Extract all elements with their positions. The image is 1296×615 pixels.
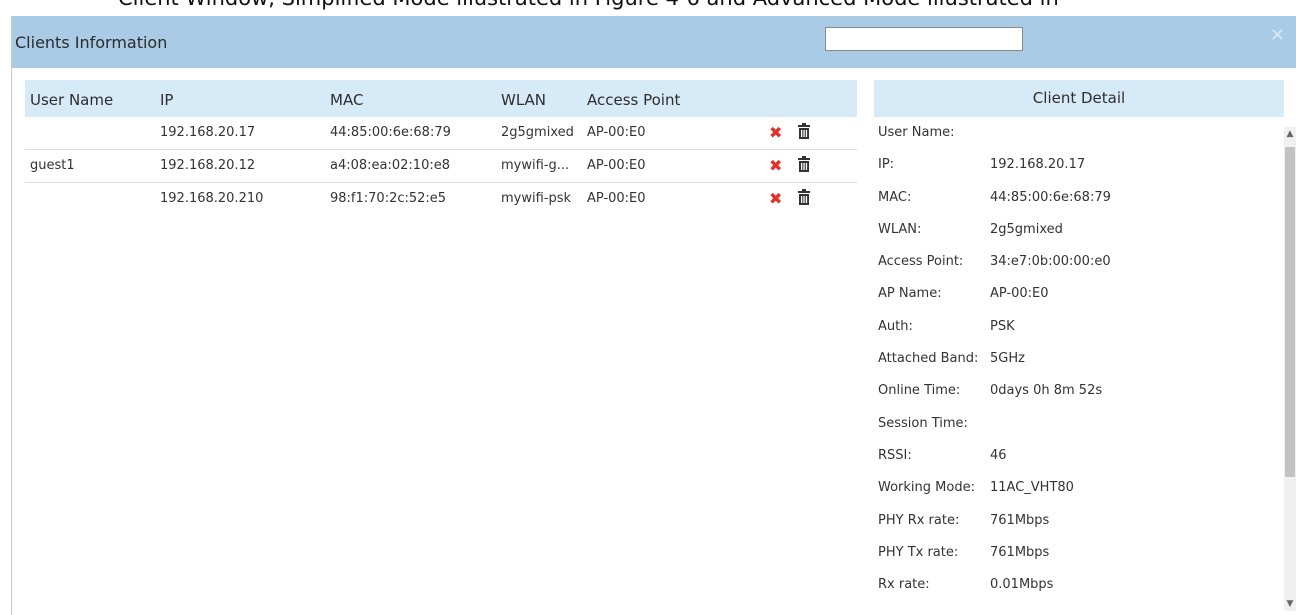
detail-label: IP: xyxy=(878,157,895,173)
detail-row-ap-name: AP Name: AP-00:E0 xyxy=(874,278,1284,310)
column-header-ip[interactable]: IP xyxy=(160,91,173,109)
cell-mac: 44:85:00:6e:68:79 xyxy=(330,125,451,140)
cell-mac: a4:08:ea:02:10:e8 xyxy=(330,158,450,173)
detail-label: PHY Tx rate: xyxy=(878,544,959,560)
cell-wlan: mywifi-g... xyxy=(501,158,570,173)
dialog-title: Clients Information xyxy=(15,33,168,52)
detail-label: Access Point: xyxy=(878,254,964,270)
detail-row-wlan: WLAN: 2g5gmixed xyxy=(874,214,1284,246)
detail-value: 761Mbps xyxy=(990,512,1050,528)
detail-label: AP Name: xyxy=(878,286,942,302)
detail-label: Rx rate: xyxy=(878,577,930,593)
detail-label: RSSI: xyxy=(878,447,912,463)
delete-x-icon[interactable]: ✖ xyxy=(769,156,782,175)
cell-access-point: AP-00:E0 xyxy=(587,125,646,140)
detail-row-access-point: Access Point: 34:e7:0b:00:00:e0 xyxy=(874,246,1284,278)
detail-value: PSK xyxy=(990,318,1015,334)
scroll-up-icon[interactable]: ▲ xyxy=(1285,129,1295,139)
detail-scrollbar[interactable]: ▲ ▼ xyxy=(1284,127,1296,611)
detail-label: User Name: xyxy=(878,125,955,140)
detail-row-attached-band: Attached Band: 5GHz xyxy=(874,343,1284,375)
trash-icon[interactable] xyxy=(797,156,811,172)
close-icon[interactable]: ✕ xyxy=(1270,25,1285,46)
detail-value: 761Mbps xyxy=(990,544,1050,560)
cell-wlan: mywifi-psk xyxy=(501,191,572,206)
clients-information-dialog: Clients Information ✕ User Name IP MAC W… xyxy=(11,16,1296,615)
detail-label: Attached Band: xyxy=(878,351,979,367)
detail-value: 34:e7:0b:00:00:e0 xyxy=(990,254,1111,270)
table-row[interactable]: 192.168.20.210 98:f1:70:2c:52:e5 mywifi-… xyxy=(25,183,857,215)
detail-value: 44:85:00:6e:68:79 xyxy=(990,189,1111,205)
detail-label: Working Mode: xyxy=(878,480,975,496)
cell-access-point: AP-00:E0 xyxy=(587,191,646,206)
detail-row-phy-tx-rate: PHY Tx rate: 761Mbps xyxy=(874,537,1284,569)
dialog-titlebar: Clients Information ✕ xyxy=(12,16,1296,68)
column-header-access-point[interactable]: Access Point xyxy=(587,91,680,109)
detail-label: PHY Rx rate: xyxy=(878,512,960,528)
cell-access-point: AP-00:E0 xyxy=(587,158,646,173)
detail-value: 0.01Mbps xyxy=(990,577,1054,593)
delete-x-icon[interactable]: ✖ xyxy=(769,123,782,142)
detail-row-auth: Auth: PSK xyxy=(874,311,1284,343)
detail-row-rssi: RSSI: 46 xyxy=(874,440,1284,472)
table-row[interactable]: 192.168.20.17 44:85:00:6e:68:79 2g5gmixe… xyxy=(25,117,857,150)
detail-value: 2g5gmixed xyxy=(990,221,1063,237)
cell-wlan: 2g5gmixed xyxy=(501,125,574,140)
delete-x-icon[interactable]: ✖ xyxy=(769,189,782,208)
detail-label: MAC: xyxy=(878,189,912,205)
detail-value: AP-00:E0 xyxy=(990,286,1049,302)
detail-row-phy-rx-rate: PHY Rx rate: 761Mbps xyxy=(874,505,1284,537)
column-header-mac[interactable]: MAC xyxy=(330,91,363,109)
table-header: User Name IP MAC WLAN Access Point xyxy=(25,80,857,117)
detail-value: 11AC_VHT80 xyxy=(990,480,1074,496)
client-detail-panel: Client Detail User Name: IP: 192.168.20.1… xyxy=(874,80,1284,611)
cell-ip: 192.168.20.210 xyxy=(160,191,264,206)
detail-row-ip: IP: 192.168.20.17 xyxy=(874,149,1284,181)
column-header-user-name[interactable]: User Name xyxy=(30,91,113,109)
cell-ip: 192.168.20.12 xyxy=(160,158,256,173)
scrollbar-thumb[interactable] xyxy=(1285,147,1295,477)
cell-ip: 192.168.20.17 xyxy=(160,125,256,140)
clients-table: User Name IP MAC WLAN Access Point 192.1… xyxy=(25,80,857,215)
detail-row-session-time: Session Time: xyxy=(874,408,1284,440)
client-detail-title: Client Detail xyxy=(874,80,1284,117)
trash-icon[interactable] xyxy=(797,123,811,139)
detail-label: Online Time: xyxy=(878,383,961,399)
detail-row-user-name: User Name: xyxy=(874,117,1284,149)
detail-row-rx-rate: Rx rate: 0.01Mbps xyxy=(874,569,1284,601)
search-input[interactable] xyxy=(825,27,1023,51)
detail-value: 192.168.20.17 xyxy=(990,157,1086,173)
detail-value: 46 xyxy=(990,447,1007,463)
detail-label: Auth: xyxy=(878,318,913,334)
detail-row-mac: MAC: 44:85:00:6e:68:79 xyxy=(874,182,1284,214)
detail-label: WLAN: xyxy=(878,221,922,237)
trash-icon[interactable] xyxy=(797,189,811,205)
cell-mac: 98:f1:70:2c:52:e5 xyxy=(330,191,447,206)
detail-row-online-time: Online Time: 0days 0h 8m 52s xyxy=(874,375,1284,407)
table-row[interactable]: guest1 192.168.20.12 a4:08:ea:02:10:e8 m… xyxy=(25,150,857,183)
column-header-wlan[interactable]: WLAN xyxy=(501,91,546,109)
background-caption: Client Window, Simplified Mode illustrat… xyxy=(118,0,1059,10)
detail-label: Session Time: xyxy=(878,415,968,431)
detail-value: 5GHz xyxy=(990,351,1025,367)
cell-user-name: guest1 xyxy=(30,158,75,173)
detail-value: 0days 0h 8m 52s xyxy=(990,383,1103,399)
detail-row-working-mode: Working Mode: 11AC_VHT80 xyxy=(874,472,1284,504)
scroll-down-icon[interactable]: ▼ xyxy=(1285,599,1295,609)
